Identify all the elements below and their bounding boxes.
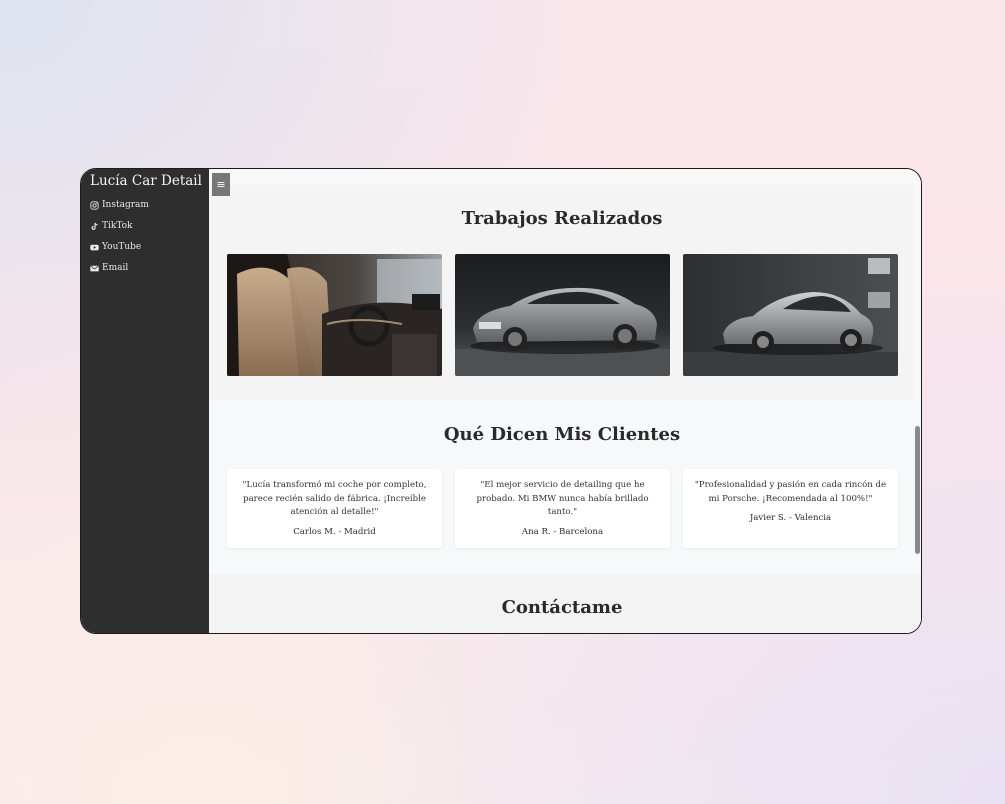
testimonial-card: "Profesionalidad y pasión en cada rincón… (683, 469, 898, 548)
testimonial-card: "Lucía transformó mi coche por completo,… (227, 469, 442, 548)
scrollbar-thumb[interactable] (915, 426, 920, 554)
section-title-contacto: Contáctame (501, 597, 623, 618)
testimonial-author: Carlos M. - Madrid (293, 526, 376, 537)
testimonial-author: Ana R. - Barcelona (521, 526, 604, 537)
youtube-icon (90, 244, 99, 250)
testimonial-quote: "Lucía transformó mi coche por completo,… (242, 480, 427, 517)
section-title-trabajos: Trabajos Realizados (461, 208, 663, 229)
sidebar-link-tiktok[interactable]: TikTok (90, 221, 133, 231)
testimonial-card: "El mejor servicio de detailing que he p… (455, 469, 670, 548)
work-image-porsche[interactable] (683, 254, 898, 376)
tiktok-icon (91, 222, 98, 230)
testimonial-author: Javier S. - Valencia (749, 513, 832, 523)
sidebar-link-email[interactable]: Email (90, 263, 128, 273)
app-window: Lucía Car Detail Instagram TikTok YouTub… (80, 168, 922, 634)
menu-toggle-button[interactable]: ≡ (212, 173, 230, 196)
work-image-bmw[interactable] (455, 254, 670, 376)
sidebar-link-youtube[interactable]: YouTube (90, 242, 141, 252)
sidebar-link-label: Email (102, 263, 129, 273)
sidebar-link-label: Instagram (102, 200, 149, 210)
sidebar: Lucía Car Detail Instagram TikTok YouTub… (81, 169, 209, 633)
sidebar-link-label: YouTube (102, 242, 142, 252)
envelope-icon (90, 265, 99, 271)
testimonial-quote: "El mejor servicio de detailing que he p… (476, 480, 649, 517)
brand-title: Lucía Car Detail (90, 173, 202, 189)
scrollbar-track[interactable] (914, 169, 921, 633)
main-content: Trabajos Realizados Qué Dicen Mis Client… (209, 169, 921, 633)
sidebar-link-instagram[interactable]: Instagram (90, 200, 149, 210)
section-title-clientes: Qué Dicen Mis Clientes (443, 424, 681, 445)
instagram-icon (90, 200, 99, 210)
sidebar-link-label: TikTok (102, 221, 133, 231)
testimonial-quote: "Profesionalidad y pasión en cada rincón… (694, 480, 887, 504)
work-image-interior[interactable] (227, 254, 442, 376)
